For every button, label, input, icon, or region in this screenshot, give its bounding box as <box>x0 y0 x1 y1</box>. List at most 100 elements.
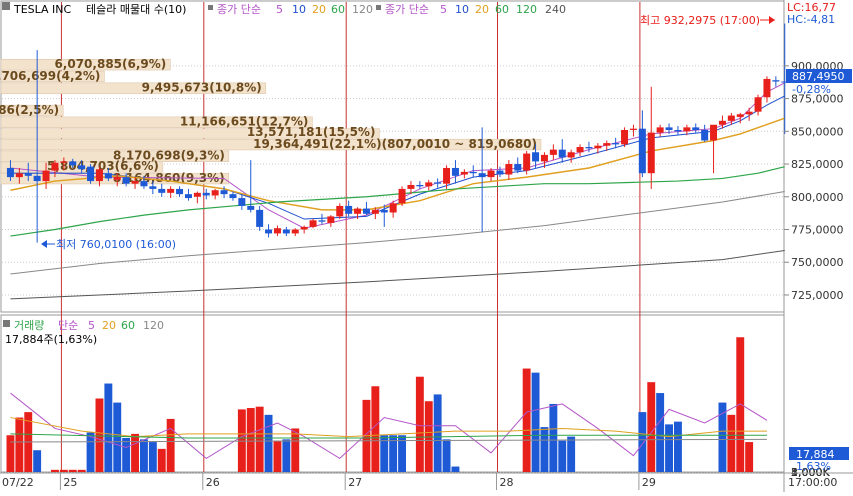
candle-body <box>594 145 602 149</box>
ma-group-2-p20: 20 <box>475 3 489 16</box>
candle-body <box>78 165 86 170</box>
candle-body <box>69 161 77 166</box>
candle-body <box>380 209 388 213</box>
ma-group-1-p120: 120 <box>352 3 373 16</box>
candle-body <box>273 228 281 234</box>
candle-body <box>710 124 718 141</box>
price-tick-label: 750,0000 <box>791 256 844 269</box>
candle-body <box>754 97 762 112</box>
candle-body <box>763 78 771 98</box>
candle-body <box>567 152 575 158</box>
legend-square-icon-2 <box>376 5 381 10</box>
candle-body <box>193 192 201 197</box>
candle-body <box>416 184 424 187</box>
candle-body <box>478 173 486 178</box>
candle-body <box>211 190 219 196</box>
candle-body <box>140 181 148 187</box>
volume-bar <box>291 428 300 472</box>
ma-group-2-p10: 10 <box>455 3 469 16</box>
hc-label: HC:-4,81 <box>787 13 835 26</box>
candle-body <box>389 203 397 213</box>
price-tick-label: 850,0000 <box>791 125 844 138</box>
volume-bar <box>6 435 15 472</box>
candle-body <box>469 171 477 174</box>
volume-bar <box>51 469 59 472</box>
ma-group-1-p10: 10 <box>292 3 306 16</box>
candle-body <box>523 153 531 171</box>
candle-body <box>772 80 780 82</box>
volume-bar <box>140 439 148 472</box>
volume-bar <box>736 337 745 472</box>
ma-group-2-label[interactable]: 종가 단순 <box>385 3 429 16</box>
candle-body <box>701 129 709 141</box>
price-tick-label: 800,0000 <box>791 191 844 204</box>
candle-body <box>6 167 14 178</box>
volume-bar <box>68 469 77 472</box>
volume-bar <box>727 414 736 472</box>
study-title[interactable]: 테슬라 매물대 수(10) <box>86 3 186 16</box>
candle-body <box>727 115 735 121</box>
volume-bar <box>415 376 424 472</box>
candle-body <box>300 226 308 230</box>
candle-body <box>549 149 557 155</box>
time-label: 07/22 <box>2 476 34 489</box>
candle-body <box>51 162 59 171</box>
low-annotation: 최저 760,0100 (16:00) <box>41 238 176 251</box>
candle-body <box>434 182 442 184</box>
candle-body <box>113 177 121 180</box>
symbol-title[interactable]: TESLA INC <box>13 3 72 16</box>
volume-bar <box>95 398 104 472</box>
candle-body <box>87 166 95 182</box>
candle-body <box>238 198 246 206</box>
low-label: 최저 760,0100 (16:00) <box>56 238 176 251</box>
volume-bar <box>522 368 531 472</box>
candle-body <box>674 129 682 132</box>
volume-ma-p5: 5 <box>88 319 95 332</box>
candle-body <box>184 194 192 199</box>
volume-profile-label: 3,706,699(4,2%) <box>0 69 100 83</box>
candle-body <box>60 161 68 163</box>
time-label: 26 <box>206 476 220 489</box>
candle-body <box>487 170 495 178</box>
candle-body <box>291 229 299 234</box>
candle-body <box>176 188 184 195</box>
candle-body <box>149 186 157 189</box>
volume-bar <box>77 469 86 472</box>
volume-ma-p60: 60 <box>121 319 135 332</box>
candle-body <box>247 205 255 210</box>
candle-body <box>256 209 264 227</box>
price-tick-label: 825,0000 <box>791 158 844 171</box>
volume-bar <box>113 402 122 472</box>
ma-group-2-p120: 120 <box>516 3 537 16</box>
volume-bar <box>531 372 540 472</box>
volume-label[interactable]: 거래량 <box>14 319 44 332</box>
time-label: 25 <box>63 476 77 489</box>
volume-bar <box>371 386 380 472</box>
candle-body <box>318 220 326 222</box>
candle-body <box>638 128 646 174</box>
volume-square-icon <box>3 320 10 327</box>
candle-body <box>265 229 273 234</box>
volume-bar <box>246 408 255 472</box>
candle-body <box>451 167 459 176</box>
last-change-value: -0,28% <box>792 83 831 96</box>
ma-group-1-label[interactable]: 종가 단순 <box>217 3 261 16</box>
candle-body <box>327 216 335 223</box>
candle-body <box>558 149 566 158</box>
volume-ma-label[interactable]: 단순 <box>58 319 78 332</box>
time-label: 17:00:00 <box>788 476 837 489</box>
volume-bar <box>451 466 460 472</box>
volume-bar <box>255 406 264 472</box>
candle-body <box>122 177 130 184</box>
candle-body <box>656 127 664 133</box>
candle-body <box>692 127 700 130</box>
volume-bar <box>558 440 567 472</box>
chart-window: 6,070,885(6,9%)3,706,699(4,2%)9,495,673(… <box>0 0 853 492</box>
volume-bar <box>166 418 175 472</box>
last-price-value: 887,4950 <box>792 70 845 83</box>
candle-body <box>621 129 629 145</box>
candle-body <box>496 170 504 175</box>
volume-bar <box>273 440 282 472</box>
volume-bar <box>33 450 42 472</box>
time-label: 29 <box>642 476 656 489</box>
